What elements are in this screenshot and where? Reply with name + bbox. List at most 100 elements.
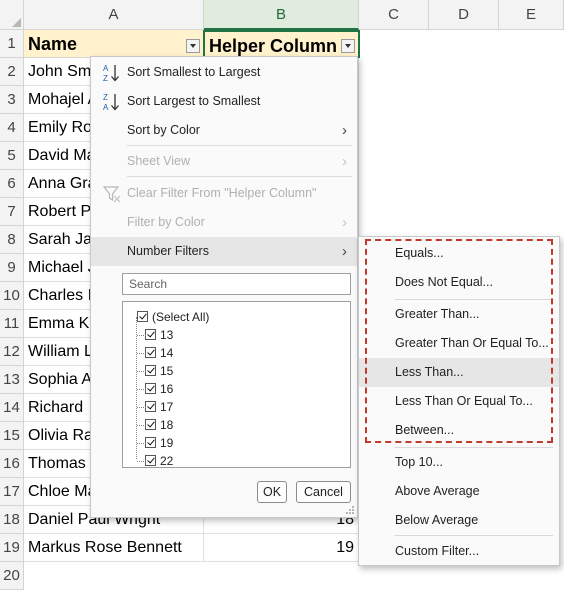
submenu-less-than-or-equal[interactable]: Less Than Or Equal To... bbox=[359, 387, 559, 416]
helper-column-header-cell[interactable]: Helper Column bbox=[203, 30, 360, 58]
below-average-label: Below Average bbox=[395, 513, 479, 527]
name-header-cell[interactable]: Name bbox=[24, 30, 204, 58]
value-checkbox[interactable]: 19 bbox=[145, 434, 173, 452]
filter-search-input[interactable]: Search bbox=[122, 273, 351, 295]
value-checkbox[interactable]: 16 bbox=[145, 380, 173, 398]
value-checkbox[interactable]: 14 bbox=[145, 344, 173, 362]
row-header[interactable]: 18 bbox=[0, 506, 24, 534]
sort-ascending-icon: A Z bbox=[103, 64, 119, 83]
svg-text:A: A bbox=[103, 103, 109, 112]
column-header-a[interactable]: A bbox=[24, 0, 204, 30]
top-10-label: Top 10... bbox=[395, 455, 443, 469]
submenu-between[interactable]: Between... bbox=[359, 416, 559, 445]
name-header-label: Name bbox=[28, 34, 78, 54]
row-header[interactable]: 4 bbox=[0, 114, 24, 142]
does-not-equal-label: Does Not Equal... bbox=[395, 275, 493, 289]
chevron-right-icon: › bbox=[342, 122, 347, 139]
menu-sort-largest-to-smallest[interactable]: Z A Sort Largest to Smallest bbox=[91, 87, 357, 116]
tree-line bbox=[137, 389, 146, 390]
name-filter-dropdown-button[interactable] bbox=[186, 39, 200, 53]
resize-grip-icon[interactable] bbox=[346, 506, 354, 514]
checkbox-label: (Select All) bbox=[152, 310, 210, 324]
column-header-b[interactable]: B bbox=[204, 0, 359, 30]
menu-separator bbox=[127, 145, 352, 146]
chevron-right-icon: › bbox=[342, 214, 347, 231]
tree-line bbox=[137, 443, 146, 444]
filter-dropdown-panel: A Z Sort Smallest to Largest Z A Sort La… bbox=[90, 56, 358, 518]
tree-line bbox=[137, 407, 146, 408]
submenu-below-average[interactable]: Below Average bbox=[359, 506, 559, 535]
row-header[interactable]: 5 bbox=[0, 142, 24, 170]
filter-values-list: (Select All) 13 14 15 16 17 18 19 22 bbox=[122, 301, 351, 468]
checkbox-label: 22 bbox=[160, 454, 174, 468]
row-header[interactable]: 7 bbox=[0, 198, 24, 226]
row-header[interactable]: 1 bbox=[0, 30, 24, 58]
submenu-above-average[interactable]: Above Average bbox=[359, 477, 559, 506]
less-than-or-equal-label: Less Than Or Equal To... bbox=[395, 394, 533, 408]
menu-sort-smallest-to-largest[interactable]: A Z Sort Smallest to Largest bbox=[91, 58, 357, 87]
submenu-greater-than-or-equal[interactable]: Greater Than Or Equal To... bbox=[359, 329, 559, 358]
value-checkbox[interactable]: 22 bbox=[145, 452, 173, 470]
custom-filter-label: Custom Filter... bbox=[395, 544, 480, 558]
helper-column-filter-dropdown-button[interactable] bbox=[341, 39, 355, 53]
row-header[interactable]: 9 bbox=[0, 254, 24, 282]
row-header[interactable]: 8 bbox=[0, 226, 24, 254]
tree-line bbox=[137, 425, 146, 426]
submenu-greater-than[interactable]: Greater Than... bbox=[359, 300, 559, 329]
checkbox-label: 19 bbox=[160, 436, 174, 450]
submenu-custom-filter[interactable]: Custom Filter... bbox=[359, 537, 559, 566]
cancel-button[interactable]: Cancel bbox=[296, 481, 351, 503]
checkbox-label: 17 bbox=[160, 400, 174, 414]
svg-text:Z: Z bbox=[103, 74, 108, 83]
less-than-label: Less Than... bbox=[395, 365, 464, 379]
checkbox-checked-icon bbox=[137, 311, 148, 322]
column-header-e[interactable]: E bbox=[499, 0, 564, 30]
row-header[interactable]: 2 bbox=[0, 58, 24, 86]
row-header[interactable]: 15 bbox=[0, 422, 24, 450]
select-all-corner[interactable] bbox=[0, 0, 24, 30]
menu-number-filters[interactable]: Number Filters › bbox=[91, 237, 357, 266]
menu-sort-by-color[interactable]: Sort by Color › bbox=[91, 116, 357, 145]
above-average-label: Above Average bbox=[395, 484, 480, 498]
value-checkbox[interactable]: 18 bbox=[145, 416, 173, 434]
submenu-does-not-equal[interactable]: Does Not Equal... bbox=[359, 268, 559, 297]
column-header-d[interactable]: D bbox=[429, 0, 499, 30]
select-all-checkbox[interactable]: (Select All) bbox=[137, 308, 209, 326]
value-checkbox[interactable]: 15 bbox=[145, 362, 173, 380]
row-header[interactable]: 3 bbox=[0, 86, 24, 114]
checkbox-checked-icon bbox=[145, 455, 156, 466]
ok-button[interactable]: OK bbox=[257, 481, 287, 503]
checkbox-label: 16 bbox=[160, 382, 174, 396]
submenu-equals[interactable]: Equals... bbox=[359, 239, 559, 268]
menu-filter-by-color: Filter by Color › bbox=[91, 208, 357, 237]
helper-value-cell[interactable]: 19 bbox=[204, 534, 359, 562]
submenu-less-than[interactable]: Less Than... bbox=[359, 358, 559, 387]
column-header-c[interactable]: C bbox=[359, 0, 429, 30]
checkbox-checked-icon bbox=[145, 347, 156, 358]
value-checkbox[interactable]: 13 bbox=[145, 326, 173, 344]
row-header[interactable]: 12 bbox=[0, 338, 24, 366]
submenu-separator bbox=[395, 535, 553, 536]
checkbox-checked-icon bbox=[145, 419, 156, 430]
row-header[interactable]: 13 bbox=[0, 366, 24, 394]
submenu-top-10[interactable]: Top 10... bbox=[359, 448, 559, 477]
row-header[interactable]: 17 bbox=[0, 478, 24, 506]
row-header[interactable]: 20 bbox=[0, 562, 24, 590]
name-cell[interactable]: Markus Rose Bennett bbox=[24, 534, 204, 562]
row-header[interactable]: 16 bbox=[0, 450, 24, 478]
sort-largest-label: Sort Largest to Smallest bbox=[127, 94, 261, 108]
row-header[interactable]: 6 bbox=[0, 170, 24, 198]
row-header[interactable]: 11 bbox=[0, 310, 24, 338]
row-header[interactable]: 10 bbox=[0, 282, 24, 310]
between-label: Between... bbox=[395, 423, 455, 437]
row-header[interactable]: 14 bbox=[0, 394, 24, 422]
row-header[interactable]: 19 bbox=[0, 534, 24, 562]
helper-column-header-label: Helper Column bbox=[209, 36, 338, 56]
clear-filter-icon bbox=[102, 186, 121, 203]
checkbox-checked-icon bbox=[145, 401, 156, 412]
chevron-right-icon: › bbox=[342, 243, 347, 260]
menu-sheet-view: Sheet View › bbox=[91, 147, 357, 176]
checkbox-label: 15 bbox=[160, 364, 174, 378]
tree-line bbox=[137, 371, 146, 372]
value-checkbox[interactable]: 17 bbox=[145, 398, 173, 416]
